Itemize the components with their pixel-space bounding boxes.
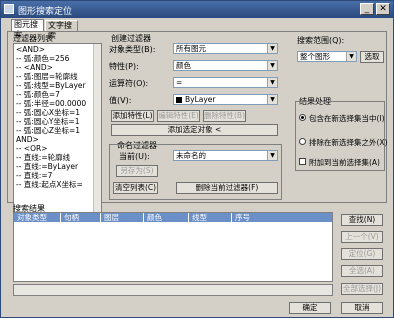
app-icon bbox=[4, 4, 14, 14]
title-bar[interactable]: 图形搜索定位 _ ✕ bbox=[1, 1, 393, 18]
column-header[interactable]: 对象类型 bbox=[14, 213, 61, 222]
minimize-button[interactable]: _ bbox=[360, 3, 374, 15]
current-filter-select[interactable]: 未命名的 ▼ bbox=[173, 150, 278, 161]
tree-item[interactable]: -- 弧:颜色=256 bbox=[16, 55, 69, 63]
tree-item[interactable]: -- 弧:圆心X坐标=1 bbox=[16, 109, 80, 117]
locate-button[interactable]: 定位(G) bbox=[341, 248, 383, 260]
tree-item[interactable]: -- 弧:线型=ByLayer bbox=[16, 82, 86, 90]
tree-item[interactable]: -- 直线:=7 bbox=[16, 172, 52, 180]
tree-item[interactable]: -- 弧:半径=00.0000 bbox=[16, 100, 86, 108]
tree-item[interactable]: -- 直线:=轮廓线 bbox=[16, 154, 70, 162]
tree-item[interactable]: -- <AND> bbox=[16, 64, 53, 72]
ok-button[interactable]: 确定 bbox=[289, 302, 331, 314]
tree-item[interactable]: <AND> bbox=[16, 46, 45, 54]
tree-item[interactable]: -- 弧:图层=轮廓线 bbox=[16, 73, 78, 81]
chevron-down-icon: ▼ bbox=[267, 61, 277, 70]
chevron-down-icon: ▼ bbox=[267, 44, 277, 53]
clear-list-button[interactable]: 清空列表(C) bbox=[113, 182, 158, 194]
property-value: 颜色 bbox=[176, 61, 191, 70]
cancel-button[interactable]: 取消 bbox=[341, 302, 383, 314]
search-scope-select[interactable]: 整个图形 ▼ bbox=[297, 51, 357, 62]
tree-item[interactable]: -- 弧:颜色=7 bbox=[16, 91, 60, 99]
previous-button[interactable]: 上一个(V) bbox=[341, 231, 383, 243]
property-select[interactable]: 颜色 ▼ bbox=[173, 60, 278, 71]
delete-current-filter-button[interactable]: 删除当前过滤器(F) bbox=[176, 182, 278, 194]
add-selected-object-button[interactable]: 添加选定对象 < bbox=[111, 124, 278, 136]
chevron-down-icon: ▼ bbox=[346, 52, 356, 61]
tree-item[interactable]: AND> bbox=[16, 136, 39, 144]
tree-item[interactable]: -- <OR> bbox=[16, 145, 47, 153]
search-scope-value: 整个图形 bbox=[300, 52, 330, 61]
save-as-button[interactable]: 另存为(S) bbox=[116, 165, 158, 177]
append-checkbox-label: 附加到当前选择集(A) bbox=[309, 158, 380, 167]
tree-item[interactable]: -- 直线:=ByLayer bbox=[16, 163, 78, 171]
exclude-radio-label: 排除在新选择集之外(X) bbox=[309, 138, 388, 147]
color-swatch bbox=[176, 97, 182, 103]
results-table-header: 对象类型 句柄 图层 颜色 线型 序号 bbox=[14, 213, 332, 222]
tree-item[interactable]: -- 直线:起点X坐标= bbox=[16, 181, 83, 189]
column-header[interactable]: 图层 bbox=[101, 213, 144, 222]
property-label: 特性(P): bbox=[109, 62, 139, 71]
object-type-label: 对象类型(B): bbox=[109, 45, 156, 54]
select-all-button[interactable]: 全选(A) bbox=[341, 265, 383, 277]
dialog-window: 图形搜索定位 _ ✕ 图元搜索 文字搜索 过滤器列表 <AND> -- 弧:颜色… bbox=[0, 0, 394, 318]
window-title: 图形搜索定位 bbox=[18, 7, 73, 17]
operator-value: = bbox=[176, 78, 183, 87]
chevron-down-icon: ▼ bbox=[267, 95, 277, 104]
operator-select[interactable]: = ▼ bbox=[173, 77, 278, 88]
tree-item[interactable]: -- 弧:圆心Y坐标=1 bbox=[16, 118, 79, 126]
include-radio-label: 包含在新选择集当中(I) bbox=[309, 114, 385, 123]
chevron-down-icon: ▼ bbox=[267, 151, 277, 160]
edit-property-button[interactable]: 编辑特性(E) bbox=[157, 110, 200, 122]
include-radio[interactable] bbox=[299, 114, 306, 121]
value-select[interactable]: ByLayer ▼ bbox=[173, 94, 278, 105]
exclude-radio[interactable] bbox=[299, 138, 306, 145]
column-header[interactable]: 句柄 bbox=[61, 213, 101, 222]
append-checkbox[interactable] bbox=[299, 158, 306, 165]
object-type-value: 所有图元 bbox=[176, 44, 206, 53]
add-property-button[interactable]: 添加特性(L) bbox=[111, 110, 154, 122]
results-table[interactable]: 对象类型 句柄 图层 颜色 线型 序号 bbox=[13, 212, 333, 282]
value-value: ByLayer bbox=[185, 95, 216, 104]
status-strip bbox=[13, 284, 333, 296]
delete-property-button[interactable]: 删除特性(B) bbox=[203, 110, 246, 122]
create-filter-label: 创建过滤器 bbox=[111, 34, 151, 43]
all-select-button[interactable]: 全部选择(J) bbox=[341, 283, 383, 295]
column-header[interactable]: 线型 bbox=[189, 213, 232, 222]
chevron-down-icon: ▼ bbox=[267, 78, 277, 87]
tree-item[interactable]: -- 弧:圆心Z坐标=1 bbox=[16, 127, 80, 135]
current-filter-label: 当前(U): bbox=[119, 152, 150, 161]
close-button[interactable]: ✕ bbox=[376, 3, 390, 15]
column-header[interactable]: 序号 bbox=[232, 213, 332, 222]
object-type-select[interactable]: 所有图元 ▼ bbox=[173, 43, 278, 54]
search-scope-label: 搜索范围(Q): bbox=[297, 36, 345, 45]
find-button[interactable]: 查找(N) bbox=[341, 214, 383, 226]
current-filter-value: 未命名的 bbox=[176, 151, 206, 160]
operator-label: 运算符(O): bbox=[109, 79, 149, 88]
column-header[interactable]: 颜色 bbox=[144, 213, 189, 222]
value-label: 值(V): bbox=[109, 96, 132, 105]
select-scope-button[interactable]: 选取 bbox=[360, 51, 384, 63]
